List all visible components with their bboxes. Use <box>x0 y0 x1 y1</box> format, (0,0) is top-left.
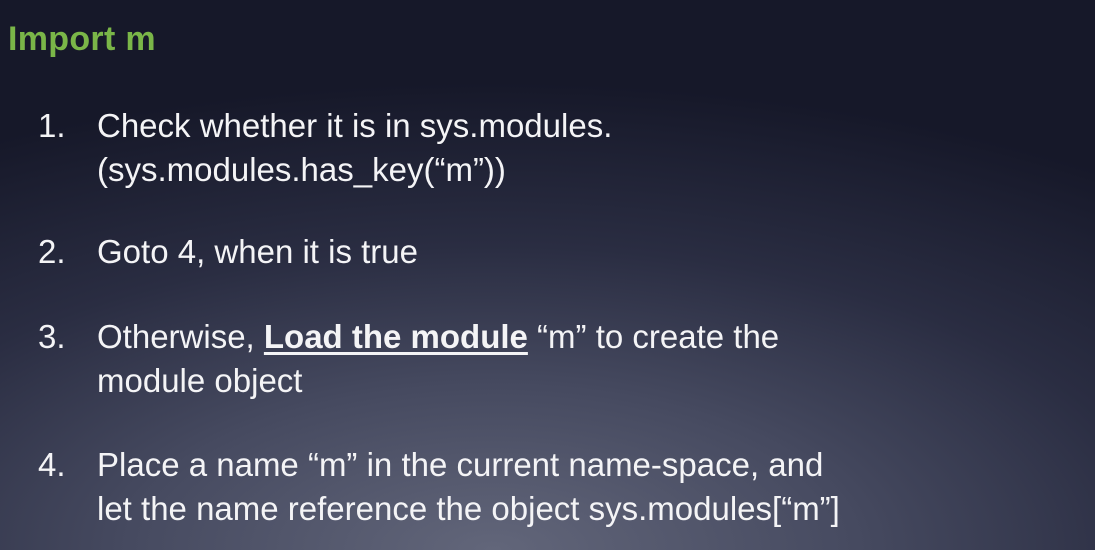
step-number: 1. <box>38 107 66 144</box>
slide: Import m 1. Check whether it is in sys.m… <box>0 0 1095 550</box>
step-line: let the name reference the object sys.mo… <box>97 490 840 527</box>
step-text-segment: “m” to create the <box>527 318 780 355</box>
load-module-emphasis: Load the module <box>263 318 528 355</box>
step-text: Place a name “m” in the current name-spa… <box>97 443 1092 531</box>
slide-title: Import m <box>8 20 156 58</box>
step-number: 3. <box>38 318 66 355</box>
step-number: 4. <box>38 446 66 483</box>
step-text: Check whether it is in sys.modules. (sys… <box>97 104 1092 192</box>
step-line: (sys.modules.has_key(“m”)) <box>97 151 506 188</box>
step-text-segment: Otherwise, <box>97 318 264 355</box>
step-text: Otherwise, Load the module “m” to create… <box>97 315 1092 403</box>
step-line: Goto 4, when it is true <box>97 233 418 270</box>
step-number: 2. <box>38 233 66 270</box>
step-line: Check whether it is in sys.modules. <box>97 107 613 144</box>
step-line: Otherwise, Load the module “m” to create… <box>97 315 1092 359</box>
step-line: module object <box>97 362 303 399</box>
step-text: Goto 4, when it is true <box>97 230 1092 274</box>
step-line: Place a name “m” in the current name-spa… <box>97 446 824 483</box>
